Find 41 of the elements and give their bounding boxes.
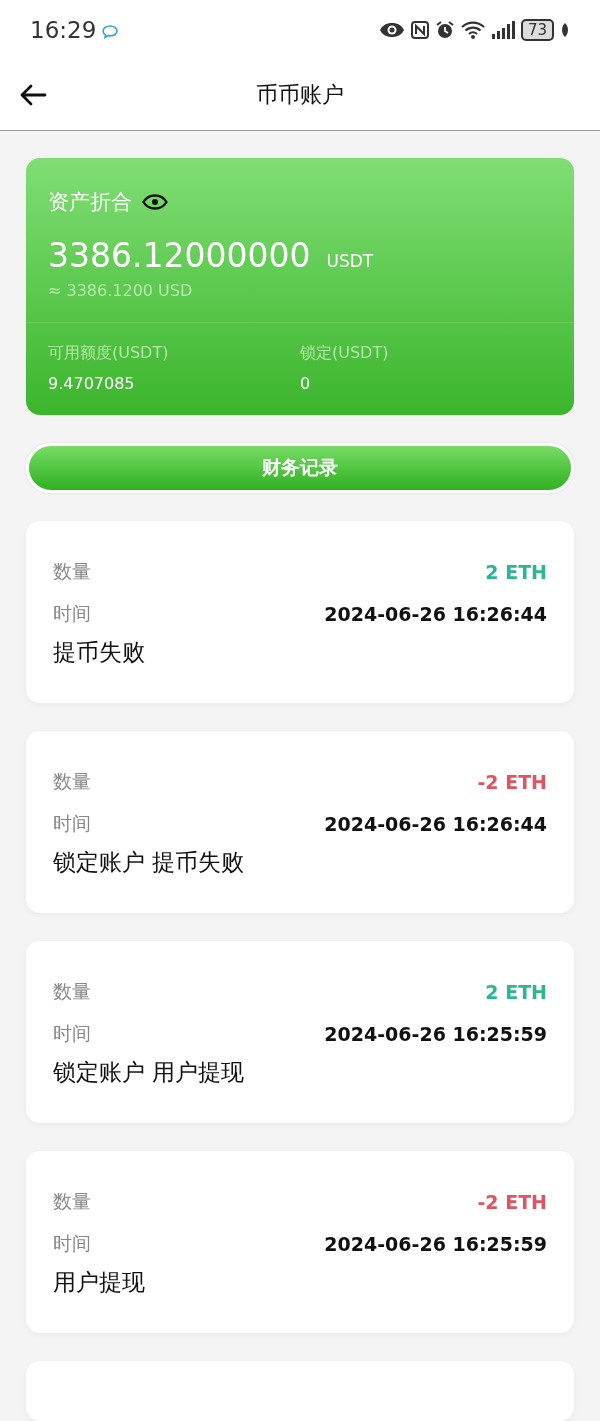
time-label: 时间: [53, 811, 91, 836]
back-arrow-icon[interactable]: [19, 83, 47, 107]
page-title: 币币账户: [256, 81, 344, 109]
amount-label: 数量: [53, 769, 91, 794]
eye-icon[interactable]: [142, 194, 168, 210]
stat-label: 锁定(USDT): [300, 343, 390, 364]
amount-value: 2 ETH: [485, 561, 547, 583]
time-value: 2024-06-26 16:26:44: [324, 813, 547, 835]
amount-label: 数量: [53, 1189, 91, 1214]
amount-label: 数量: [53, 559, 91, 584]
record-description: 锁定账户 提币失败: [53, 848, 246, 877]
eye-icon: [378, 22, 405, 38]
record-description: 用户提现: [53, 1268, 146, 1297]
time-value: 2024-06-26 16:25:59: [324, 1233, 547, 1255]
stat-value: 0: [300, 374, 312, 393]
time-value: 2024-06-26 16:25:59: [324, 1023, 547, 1045]
status-time: 16:29: [30, 17, 97, 43]
signal-icon: [490, 21, 515, 39]
chat-bubble-icon: [102, 25, 119, 39]
stat-value: 9.4707085: [48, 374, 136, 393]
time-label: 时间: [53, 1231, 91, 1256]
wifi-icon: [460, 21, 485, 39]
leaf-icon: [560, 22, 570, 38]
amount-value: 2 ETH: [485, 981, 547, 1003]
time-value: 2024-06-26 16:26:44: [324, 603, 547, 625]
time-label: 时间: [53, 601, 91, 626]
balance-approx: ≈ 3386.1200 USD: [48, 281, 194, 300]
record-description: 提币失败: [53, 638, 146, 667]
amount-value: -2 ETH: [477, 771, 547, 793]
alarm-icon: [434, 20, 455, 40]
amount-value: -2 ETH: [477, 1191, 547, 1213]
balance-unit: USDT: [326, 251, 374, 271]
battery-indicator: 73: [520, 19, 554, 41]
time-label: 时间: [53, 1021, 91, 1046]
amount-label: 数量: [53, 979, 91, 1004]
nfc-icon: [410, 21, 429, 39]
records-button[interactable]: 财务记录: [26, 443, 574, 493]
balance-label: 资产折合: [48, 189, 132, 216]
balance-amount: 3386.12000000: [48, 236, 311, 275]
stat-label: 可用额度(USDT): [48, 343, 170, 364]
record-description: 锁定账户 用户提现: [53, 1058, 246, 1087]
